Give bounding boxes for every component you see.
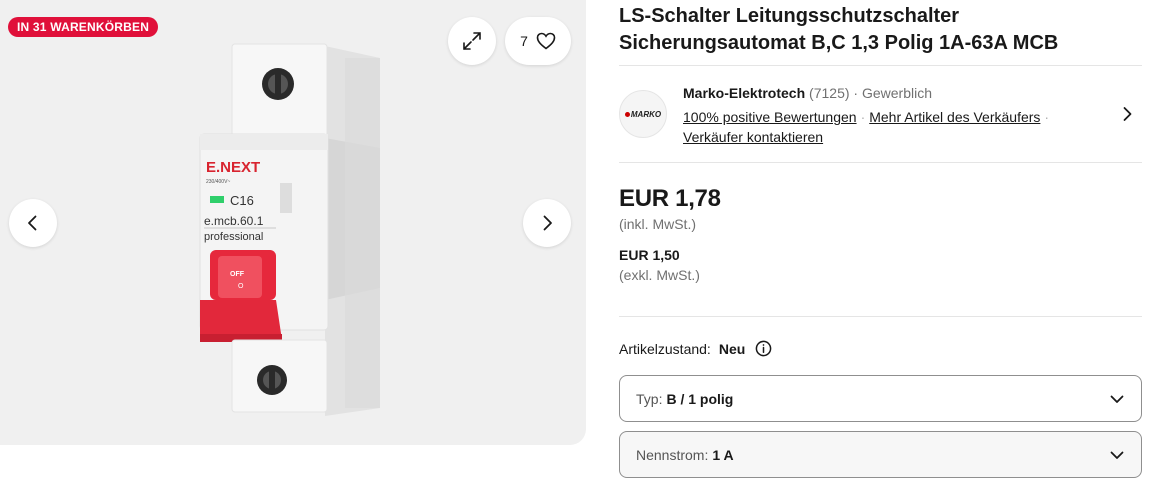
variant-select-current[interactable]: Nennstrom: 1 A [619, 431, 1142, 478]
watch-count: 7 [520, 33, 528, 49]
condition-value: Neu [718, 340, 746, 357]
previous-image-button[interactable] [9, 199, 57, 247]
link-separator: · [860, 109, 866, 125]
net-price-tax-note: (exkl. MwSt.) [619, 267, 700, 283]
contact-seller-link[interactable]: Verkäufer kontaktieren [683, 129, 823, 145]
net-price: EUR 1,50 [619, 247, 680, 263]
heart-icon [536, 32, 556, 50]
voltage-label: 230/400V~ [206, 179, 230, 185]
seller-logo[interactable]: MARKO [619, 90, 667, 138]
price: EUR 1,78 [619, 185, 721, 212]
brand-label: E.NEXT [206, 159, 260, 176]
condition-label: Artikelzustand: [619, 340, 711, 357]
select-label: Nennstrom: [636, 446, 709, 463]
lever-off-label: OFF [230, 271, 245, 278]
expand-image-button[interactable] [448, 17, 496, 65]
item-condition: Artikelzustand: Neu [619, 340, 772, 357]
next-image-button[interactable] [523, 199, 571, 247]
cart-count-badge: IN 31 WARENKÖRBEN [8, 17, 159, 37]
chevron-right-icon[interactable] [1118, 105, 1136, 123]
price-tax-note: (inkl. MwSt.) [619, 216, 696, 232]
lever-o-label: O [238, 283, 244, 290]
select-value: 1 A [712, 446, 734, 463]
link-separator: · [1044, 109, 1050, 125]
chevron-left-icon [28, 215, 37, 231]
divider [619, 162, 1142, 163]
seller-name[interactable]: Marko-Elektrotech [683, 85, 805, 101]
product-image: E.NEXT 230/400V~ C16 e.mcb.60.1 professi… [199, 43, 380, 416]
chevron-down-icon [1110, 451, 1124, 459]
chevron-right-icon [543, 215, 552, 231]
expand-icon [463, 32, 481, 50]
seller-type-separator: · [853, 85, 859, 101]
select-value: B / 1 polig [666, 390, 734, 407]
line-label: professional [204, 231, 263, 243]
rating-label: C16 [230, 193, 254, 208]
info-icon[interactable] [755, 340, 772, 357]
divider [619, 65, 1142, 66]
select-label: Typ: [636, 390, 663, 407]
seller-links: 100% positive Bewertungen · Mehr Artikel d… [683, 107, 1093, 147]
seller-type: Gewerblich [861, 85, 932, 101]
seller-feedback-count: (7125) [809, 85, 850, 101]
divider [619, 316, 1142, 317]
positive-feedback-link[interactable]: 100% positive Bewertungen [683, 109, 857, 125]
chevron-down-icon [1110, 395, 1124, 403]
model-label: e.mcb.60.1 [204, 214, 264, 228]
product-title: LS-Schalter Leitungsschutzschalter Siche… [619, 5, 1059, 54]
seller-logo-text: MARKO [630, 109, 662, 119]
watchlist-button[interactable]: 7 [505, 17, 571, 65]
variant-select-type[interactable]: Typ: B / 1 polig [619, 375, 1142, 422]
seller-info: Marko-Elektrotech (7125) · Gewerblich [683, 84, 932, 102]
more-items-link[interactable]: Mehr Artikel des Verkäufers [869, 109, 1040, 125]
image-gallery: IN 31 WARENKÖRBEN 7 E.NEXT 230/400V~ C16… [0, 0, 586, 445]
